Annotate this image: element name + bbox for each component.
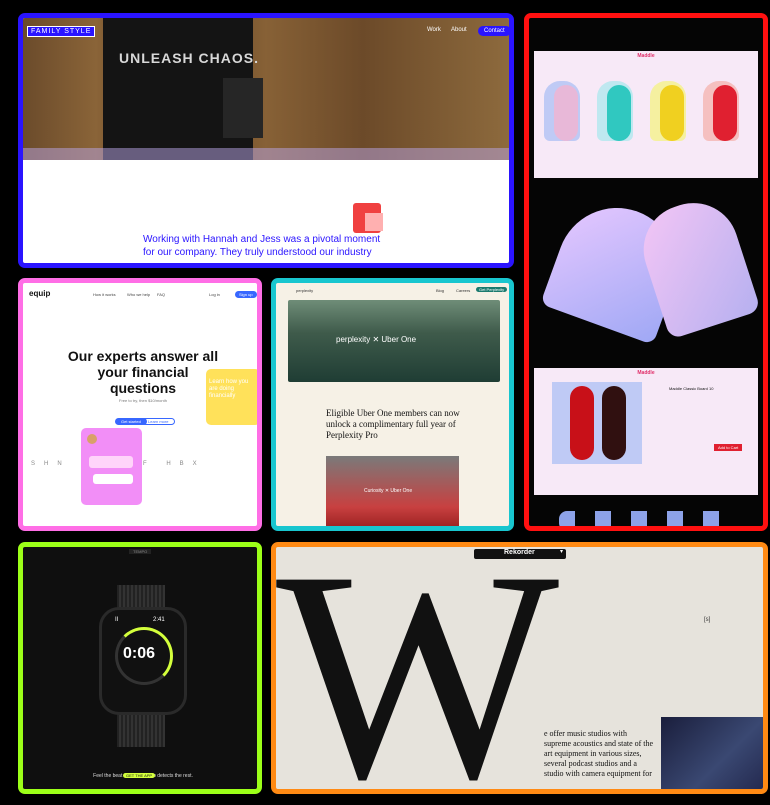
- board-image: [554, 85, 578, 141]
- poster-text: UNLEASH CHAOS.: [119, 50, 260, 66]
- tile-perplexity[interactable]: perplexity Blog Careers Get Perplexity p…: [271, 278, 514, 531]
- testimonial-quote: Working with Hannah and Jess was a pivot…: [143, 234, 381, 258]
- signup-button[interactable]: Sign up: [235, 291, 257, 298]
- product-grid-page: Maddle: [534, 51, 758, 178]
- poster-figure: [223, 78, 263, 138]
- headline: Our experts answer all your financial qu…: [67, 348, 219, 396]
- tile-rekorder[interactable]: W Rekorder ▾ [s] e offer music studios w…: [271, 542, 768, 794]
- video-thumbnail[interactable]: [661, 717, 763, 789]
- tile-equip[interactable]: equip How it works Who we help FAQ Log i…: [18, 278, 262, 531]
- add-to-cart-button[interactable]: Add to Cart: [714, 444, 743, 451]
- watch-time: 0:06: [123, 645, 156, 662]
- tile-maddle[interactable]: Maddle Maddle Maddle Classic Board 10 Ad…: [524, 13, 768, 531]
- photo-caption: Curiosity ✕ Uber One: [364, 488, 413, 494]
- article-title: Eligible Uber One members can now unlock…: [326, 408, 460, 440]
- site-logo[interactable]: perplexity: [296, 288, 313, 293]
- get-perplexity-button[interactable]: Get Perplexity: [476, 287, 508, 292]
- nav-about[interactable]: About: [451, 27, 467, 33]
- board-image: [607, 85, 631, 141]
- chat-bubble: [89, 456, 133, 468]
- nav-work[interactable]: Work: [427, 27, 441, 33]
- learn-more-button[interactable]: Learn more: [141, 418, 176, 425]
- elapsed-time: 2:41: [153, 617, 165, 623]
- contact-button[interactable]: Contact: [478, 26, 509, 36]
- brand-name[interactable]: Rekorder: [504, 549, 535, 556]
- main-nav[interactable]: FAQ: [157, 292, 165, 297]
- chat-card: [81, 428, 142, 505]
- chat-bubble: [93, 474, 133, 484]
- site-logo[interactable]: FAMILY STYLE: [27, 26, 96, 37]
- pixel-cube-highlight: [365, 213, 383, 231]
- intro-text: e offer music studios with supreme acous…: [544, 729, 654, 778]
- product-detail-page: Maddle Maddle Classic Board 10 Add to Ca…: [534, 368, 758, 495]
- brand-header[interactable]: Maddle: [534, 53, 758, 59]
- big-letter: W: [276, 542, 560, 794]
- board-image: [660, 85, 684, 141]
- partner-logos: SHN pwc wF HBX: [31, 461, 206, 467]
- promo-card-text: Learn how you are doing financially: [209, 379, 249, 399]
- board-row: [559, 511, 739, 526]
- tile-family-style[interactable]: UNLEASH CHAOS. FAMILY STYLE Work About C…: [18, 13, 514, 268]
- hero-overlay: [23, 148, 509, 160]
- site-logo[interactable]: equip: [29, 289, 50, 298]
- avatar: [87, 434, 97, 444]
- nav-blog[interactable]: Blog: [436, 288, 444, 293]
- main-nav[interactable]: Log in: [209, 292, 220, 297]
- board-image: [602, 386, 626, 460]
- nav-careers[interactable]: Careers: [456, 288, 470, 293]
- top-label: TEMPO: [129, 549, 152, 554]
- hero-image: [23, 18, 509, 160]
- board-image: [570, 386, 594, 460]
- tile-watch[interactable]: TEMPO 0:06 II 2:41 Feel the beat without…: [18, 542, 262, 794]
- board-image: [713, 85, 737, 141]
- product-image-panel: [552, 382, 642, 464]
- chevron-down-icon[interactable]: ▾: [560, 548, 563, 555]
- brand-header[interactable]: Maddle: [534, 370, 758, 376]
- get-app-button[interactable]: GET THE APP: [123, 773, 156, 778]
- main-nav[interactable]: Who we help: [127, 292, 150, 297]
- pause-icon: II: [115, 617, 119, 623]
- main-nav[interactable]: How it works: [93, 292, 116, 297]
- product-title: Maddle Classic Board 10: [669, 386, 714, 391]
- marker-label: [s]: [704, 617, 711, 623]
- hero-text: perplexity ✕ Uber One: [336, 335, 417, 344]
- subheadline: Free to try, then $10/month: [119, 398, 167, 403]
